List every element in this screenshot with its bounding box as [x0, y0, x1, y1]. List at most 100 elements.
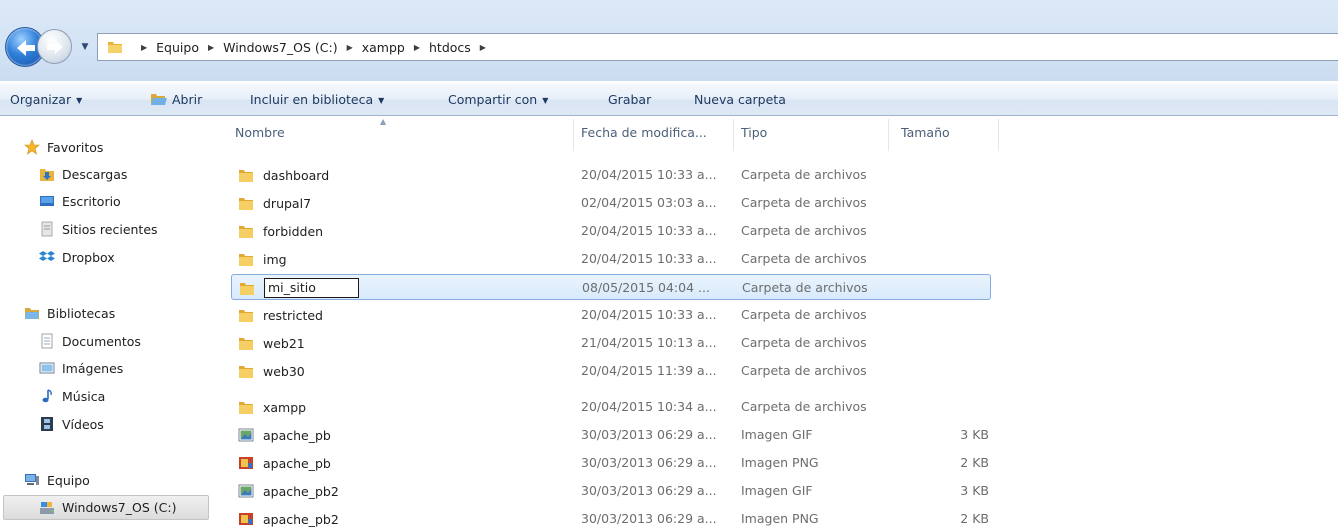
column-name[interactable]: Nombre	[235, 125, 285, 140]
file-row[interactable]: restricted 20/04/2015 10:33 a... Carpeta d…	[231, 302, 991, 328]
file-row[interactable]: apache_pb2 30/03/2013 06:29 a... Imagen GI…	[231, 478, 991, 504]
nav-documents-label: Documentos	[62, 333, 141, 349]
file-row[interactable]: apache_pb 30/03/2013 06:29 a... Imagen GIF…	[231, 422, 991, 448]
crumb-xampp[interactable]: xampp	[362, 40, 405, 55]
file-name-cell: mi_sitio	[239, 275, 359, 301]
file-name: apache_pb2	[263, 483, 339, 499]
file-row[interactable]: dashboard 20/04/2015 10:33 a... Carpeta de…	[231, 162, 991, 188]
include-library-menu[interactable]: Incluir en biblioteca ▼	[250, 92, 384, 110]
file-name: apache_pb	[263, 455, 331, 471]
column-divider[interactable]	[733, 119, 734, 151]
file-row[interactable]: drupal7 02/04/2015 03:03 a... Carpeta de a…	[231, 190, 991, 216]
file-size	[932, 275, 990, 301]
crumb-drive-c[interactable]: Windows7_OS (C:)	[223, 40, 337, 55]
nav-documents[interactable]: Documentos	[39, 330, 141, 352]
pictures-icon	[39, 362, 55, 374]
file-row[interactable]: web30 20/04/2015 11:39 a... Carpeta de arc…	[231, 358, 991, 384]
file-type: Carpeta de archivos	[741, 167, 867, 182]
gif-file-icon	[238, 428, 254, 442]
star-icon	[24, 139, 40, 155]
file-size	[931, 190, 989, 216]
crumb-equipo[interactable]: Equipo	[156, 40, 199, 55]
file-row[interactable]: forbidden 20/04/2015 10:33 a... Carpeta de…	[231, 218, 991, 244]
file-type: Imagen GIF	[741, 483, 813, 498]
share-with-menu[interactable]: Compartir con ▼	[448, 92, 548, 110]
file-name-cell: drupal7	[238, 190, 311, 216]
file-size	[931, 330, 989, 356]
open-folder-icon	[151, 94, 167, 105]
recent-pages-dropdown[interactable]: ▼	[79, 41, 91, 53]
png-file-icon	[239, 457, 253, 469]
nav-recent-label: Sitios recientes	[62, 221, 158, 237]
chevron-right-icon[interactable]: ▶	[480, 43, 486, 52]
file-type: Carpeta de archivos	[741, 335, 867, 350]
folder-icon	[240, 283, 254, 295]
documents-icon	[41, 333, 53, 349]
chevron-right-icon[interactable]: ▶	[208, 43, 214, 52]
forward-button[interactable]	[37, 29, 72, 64]
file-name-cell: apache_pb2	[238, 478, 339, 504]
nav-computer-label: Equipo	[47, 472, 90, 488]
nav-computer[interactable]: Equipo	[24, 469, 90, 491]
file-size	[931, 246, 989, 272]
chevron-right-icon[interactable]: ▶	[414, 43, 420, 52]
file-type: Carpeta de archivos	[741, 195, 867, 210]
file-row[interactable]: mi_sitio 08/05/2015 04:04 ... Carpeta de a…	[231, 274, 991, 300]
file-row[interactable]: apache_pb 30/03/2013 06:29 a... Imagen PNG…	[231, 450, 991, 476]
nav-videos[interactable]: Vídeos	[39, 413, 104, 435]
nav-recent[interactable]: Sitios recientes	[39, 218, 158, 240]
open-label: Abrir	[172, 92, 203, 107]
file-name: apache_pb	[263, 427, 331, 443]
open-button[interactable]: Abrir	[150, 92, 202, 110]
file-size: 3 KB	[960, 483, 989, 498]
nav-favorites[interactable]: Favoritos	[24, 136, 103, 158]
rename-input[interactable]: mi_sitio	[264, 278, 359, 298]
address-box[interactable]: ▶ Equipo ▶ Windows7_OS (C:) ▶ xampp ▶ ht…	[97, 33, 1338, 61]
nav-downloads[interactable]: Descargas	[39, 163, 127, 185]
file-name-cell: apache_pb2	[238, 506, 339, 527]
file-size: 3 KB	[960, 427, 989, 442]
nav-videos-label: Vídeos	[62, 416, 104, 432]
column-divider[interactable]	[573, 119, 574, 151]
folder-icon	[239, 338, 253, 350]
folder-icon	[239, 226, 253, 238]
nav-music[interactable]: Música	[39, 385, 105, 407]
file-row[interactable]: img 20/04/2015 10:33 a... Carpeta de archi…	[231, 246, 991, 272]
command-bar: Organizar ▼ Abrir Incluir en biblioteca ▼ …	[0, 83, 1338, 116]
share-with-label: Compartir con	[448, 92, 538, 107]
file-date: 21/04/2015 10:13 a...	[581, 335, 717, 350]
sort-ascending-icon: ▲	[380, 117, 387, 126]
column-type[interactable]: Tipo	[741, 125, 767, 140]
new-folder-button[interactable]: Nueva carpeta	[694, 92, 786, 110]
nav-dropbox[interactable]: Dropbox	[39, 246, 115, 268]
burn-button[interactable]: Grabar	[608, 92, 651, 110]
file-row[interactable]: xampp 20/04/2015 10:34 a... Carpeta de arc…	[231, 394, 991, 420]
file-date: 20/04/2015 10:33 a...	[581, 223, 717, 238]
folder-icon	[239, 198, 253, 210]
column-divider[interactable]	[998, 119, 999, 151]
chevron-down-icon: ▼	[542, 96, 549, 105]
nav-desktop[interactable]: Escritorio	[39, 190, 121, 212]
file-date: 20/04/2015 11:39 a...	[581, 363, 717, 378]
chevron-right-icon[interactable]: ▶	[347, 43, 353, 52]
file-date: 02/04/2015 03:03 a...	[581, 195, 717, 210]
organize-menu[interactable]: Organizar ▼	[10, 92, 82, 110]
nav-libraries[interactable]: Bibliotecas	[24, 302, 115, 324]
nav-images[interactable]: Imágenes	[39, 357, 123, 379]
file-date: 20/04/2015 10:34 a...	[581, 399, 717, 414]
column-size[interactable]: Tamaño	[901, 125, 950, 140]
column-divider[interactable]	[888, 119, 889, 151]
nav-drive-c[interactable]: Windows7_OS (C:)	[3, 495, 209, 520]
file-row[interactable]: web21 21/04/2015 10:13 a... Carpeta de arc…	[231, 330, 991, 356]
organize-label: Organizar	[10, 92, 72, 107]
file-name: apache_pb2	[263, 511, 339, 527]
chevron-right-icon[interactable]: ▶	[141, 43, 147, 52]
file-name: forbidden	[263, 223, 324, 239]
png-file-icon	[239, 513, 253, 525]
column-date[interactable]: Fecha de modifica...	[581, 125, 707, 140]
nav-libraries-label: Bibliotecas	[47, 305, 116, 321]
file-row[interactable]: apache_pb2 30/03/2013 06:29 a... Imagen PN…	[231, 506, 991, 527]
file-name-cell: web30	[238, 358, 305, 384]
file-date: 30/03/2013 06:29 a...	[581, 483, 717, 498]
crumb-htdocs[interactable]: htdocs	[429, 40, 471, 55]
